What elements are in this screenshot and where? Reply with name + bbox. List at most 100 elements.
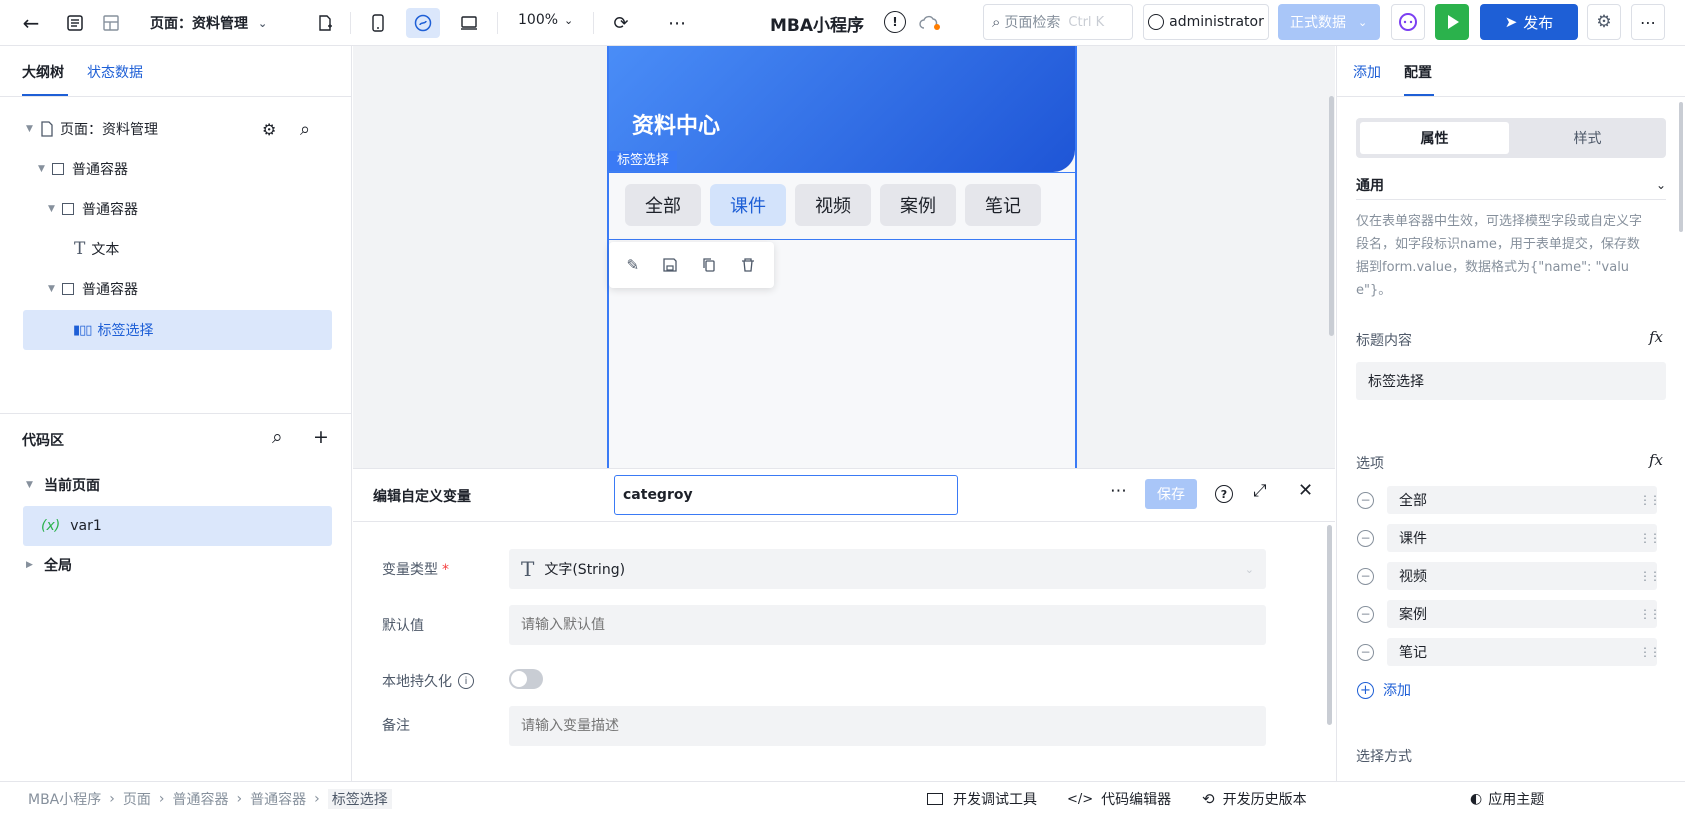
- back-arrow-icon[interactable]: ←: [18, 10, 44, 36]
- tree-node-container[interactable]: ▼ 普通容器: [48, 270, 138, 308]
- copy-icon[interactable]: [701, 257, 717, 273]
- tree-node-text[interactable]: T 文本: [74, 230, 119, 268]
- drag-handle-icon[interactable]: ⋮⋮: [1639, 607, 1661, 621]
- default-value-input[interactable]: [509, 605, 1266, 645]
- tab-chip-case[interactable]: 案例: [880, 184, 956, 226]
- variable-type-select[interactable]: T 文字(String) ⌄: [509, 549, 1266, 589]
- section-general[interactable]: 通用 ⌄: [1356, 170, 1666, 200]
- warning-info-icon[interactable]: !: [884, 11, 906, 33]
- tabs-component-icon: ▮▯▯: [73, 322, 92, 338]
- tab-chip-video[interactable]: 视频: [795, 184, 871, 226]
- edit-icon[interactable]: ✎: [627, 256, 640, 274]
- note-input[interactable]: [509, 706, 1266, 746]
- layout-view-icon[interactable]: [98, 10, 124, 36]
- run-button[interactable]: [1435, 4, 1469, 40]
- desktop-device-icon[interactable]: [456, 10, 482, 36]
- cloud-sync-icon[interactable]: [916, 10, 944, 36]
- search-icon[interactable]: ⌕: [300, 119, 310, 140]
- save-icon[interactable]: [662, 257, 678, 273]
- expand-icon[interactable]: ⤢: [1253, 481, 1267, 501]
- tree-node-page[interactable]: ▼ 页面：资料管理 ⚙ ⌕: [26, 110, 326, 148]
- code-editor-button[interactable]: </> 代码编辑器: [1067, 789, 1171, 809]
- tree-node-tabselect-selected[interactable]: ▮▯▯ 标签选择: [23, 310, 332, 350]
- drag-handle-icon[interactable]: ⋮⋮: [1639, 645, 1661, 659]
- section-description: 仅在表单容器中生效，可选择模型字段或自定义字段名，如字段标识name，用于表单提…: [1356, 214, 1643, 298]
- option-input[interactable]: 课件: [1387, 524, 1657, 552]
- search-icon[interactable]: ⌕: [272, 426, 283, 448]
- persist-toggle[interactable]: [509, 669, 543, 689]
- option-input[interactable]: 案例: [1387, 600, 1657, 628]
- variable-var1-selected[interactable]: (x) var1: [23, 506, 332, 546]
- formula-fx-icon[interactable]: fx: [1649, 451, 1663, 469]
- help-icon[interactable]: ?: [1215, 485, 1233, 503]
- variable-name-input[interactable]: [614, 475, 958, 515]
- settings-button[interactable]: ⚙: [1587, 4, 1621, 40]
- page-selector[interactable]: 页面：资料管理 ⌄: [150, 12, 267, 34]
- code-section-global[interactable]: ▶ 全局: [26, 546, 72, 584]
- title-content-input[interactable]: 标签选择: [1356, 362, 1666, 400]
- tab-outline[interactable]: 大纲树: [22, 62, 64, 82]
- env-selector[interactable]: 正式数据 ⌄: [1278, 4, 1380, 40]
- tree-node-label: 普通容器: [72, 162, 128, 178]
- remove-circle-icon[interactable]: −: [1357, 567, 1374, 585]
- miniprogram-device-icon[interactable]: [406, 8, 440, 38]
- tree-node-container[interactable]: ▼ 普通容器: [48, 190, 138, 228]
- breadcrumb-item-current[interactable]: 标签选择: [327, 789, 392, 809]
- option-input[interactable]: 全部: [1387, 486, 1657, 514]
- ai-assistant-button[interactable]: [1391, 4, 1425, 40]
- code-section-current[interactable]: ▼ 当前页面: [26, 466, 100, 504]
- remove-circle-icon[interactable]: −: [1357, 491, 1374, 509]
- editor-scrollbar[interactable]: [1327, 525, 1332, 725]
- close-icon[interactable]: ✕: [1298, 480, 1313, 501]
- save-button[interactable]: 保存: [1145, 479, 1197, 509]
- mobile-device-icon[interactable]: [365, 10, 391, 36]
- app-theme-button[interactable]: ◐ 应用主题: [1470, 789, 1544, 809]
- dev-tools-button[interactable]: 开发调试工具: [927, 789, 1037, 809]
- tab-config[interactable]: 配置: [1404, 62, 1432, 82]
- tab-chip-notes[interactable]: 笔记: [965, 184, 1041, 226]
- tab-add[interactable]: 添加: [1353, 62, 1381, 82]
- breadcrumb-item[interactable]: 普通容器: [172, 789, 228, 809]
- refresh-icon[interactable]: ⟳: [608, 10, 634, 36]
- seg-properties-active[interactable]: 属性: [1360, 122, 1509, 154]
- remove-circle-icon[interactable]: −: [1357, 529, 1374, 547]
- add-option-button[interactable]: + 添加: [1357, 680, 1411, 700]
- gear-icon[interactable]: ⚙: [262, 120, 276, 139]
- section-title: 通用: [1356, 177, 1384, 194]
- tab-chip-label: 课件: [730, 196, 766, 217]
- publish-button[interactable]: ➤ 发布: [1480, 4, 1578, 40]
- outline-view-icon[interactable]: [62, 10, 88, 36]
- breadcrumb-item[interactable]: MBA小程序: [28, 789, 101, 809]
- breadcrumb-item[interactable]: 普通容器: [250, 789, 306, 809]
- seg-style[interactable]: 样式: [1513, 122, 1662, 154]
- drag-handle-icon[interactable]: ⋮⋮: [1639, 569, 1661, 583]
- add-page-icon[interactable]: [312, 10, 338, 36]
- caret-down-icon: ▼: [26, 480, 33, 490]
- more-options-button[interactable]: ⋯: [1631, 4, 1665, 40]
- tree-node-container[interactable]: ▼ 普通容器: [38, 150, 128, 188]
- tab-chip-all[interactable]: 全部: [625, 184, 701, 226]
- more-icon[interactable]: ⋯: [664, 10, 690, 36]
- hero-title: 资料中心: [632, 114, 721, 139]
- drag-handle-icon[interactable]: ⋮⋮: [1639, 531, 1661, 545]
- canvas-scrollbar[interactable]: [1329, 96, 1334, 336]
- default-label: 默认值: [382, 618, 424, 634]
- breadcrumb-item[interactable]: 页面: [123, 789, 151, 809]
- remove-circle-icon[interactable]: −: [1357, 605, 1374, 623]
- option-input[interactable]: 视频: [1387, 562, 1657, 590]
- zoom-selector[interactable]: 100% ⌄: [518, 12, 573, 28]
- formula-fx-icon[interactable]: fx: [1649, 328, 1663, 346]
- more-icon[interactable]: ⋯: [1110, 481, 1127, 501]
- history-button[interactable]: ⟲ 开发历史版本: [1202, 789, 1307, 809]
- user-button[interactable]: administrator: [1143, 4, 1269, 40]
- delete-icon[interactable]: [740, 257, 756, 273]
- page-search-box[interactable]: ⌕ 页面检索 Ctrl K: [983, 4, 1133, 40]
- add-icon[interactable]: +: [313, 426, 329, 448]
- tab-state[interactable]: 状态数据: [87, 62, 143, 82]
- remove-circle-icon[interactable]: −: [1357, 643, 1374, 661]
- drag-handle-icon[interactable]: ⋮⋮: [1639, 493, 1661, 507]
- option-value: 视频: [1399, 569, 1427, 585]
- option-input[interactable]: 笔记: [1387, 638, 1657, 666]
- right-scrollbar[interactable]: [1679, 102, 1683, 232]
- tab-chip-courseware-active[interactable]: 课件: [710, 184, 786, 226]
